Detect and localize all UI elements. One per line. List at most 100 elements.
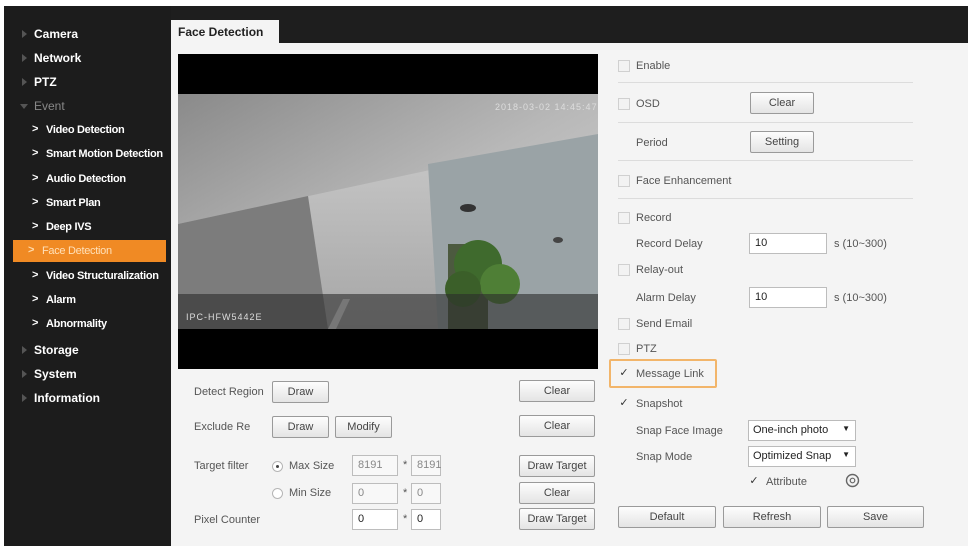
refresh-button[interactable]: Refresh <box>723 506 821 528</box>
min-size-clear-button[interactable]: Clear <box>519 482 595 504</box>
alarm-delay-label: Alarm Delay <box>636 292 696 304</box>
message-link-label: Message Link <box>636 368 704 380</box>
send-email-label: Send Email <box>636 318 693 330</box>
default-button[interactable]: Default <box>618 506 716 528</box>
chevron-right-icon: > <box>32 172 39 184</box>
chevron-right-icon: > <box>32 123 39 135</box>
pixel-counter-width-input[interactable]: 0 <box>352 509 398 530</box>
expand-arrow-icon <box>22 394 27 402</box>
exclude-region-clear-button[interactable]: Clear <box>519 415 595 437</box>
record-delay-input[interactable]: 10 <box>749 233 827 254</box>
min-size-label: Min Size <box>289 487 332 499</box>
snap-mode-value: Optimized Snap <box>753 450 832 462</box>
divider <box>618 160 913 161</box>
min-size-radio[interactable] <box>272 488 283 499</box>
pixel-counter-label: Pixel Counter <box>194 514 261 526</box>
times-label: * <box>403 513 408 525</box>
dropdown-arrow-icon: ▼ <box>842 424 850 433</box>
nav-label: System <box>34 367 77 381</box>
nav-ptz[interactable]: PTZ <box>4 71 171 93</box>
record-label: Record <box>636 212 672 224</box>
period-label: Period <box>636 137 668 149</box>
snap-mode-select[interactable]: Optimized Snap ▼ <box>748 446 856 467</box>
target-filter-label: Target filter <box>194 460 249 472</box>
osd-timestamp: 2018-03-02 14:45:47 <box>495 102 598 112</box>
divider <box>618 82 913 83</box>
ptz-label: PTZ <box>636 343 657 355</box>
alarm-delay-input[interactable]: 10 <box>749 287 827 308</box>
sidebar-item-abnormality[interactable]: > Abnormality <box>4 313 171 335</box>
osd-checkbox[interactable] <box>618 98 630 110</box>
period-setting-button[interactable]: Setting <box>750 131 814 153</box>
detect-region-draw-button[interactable]: Draw <box>272 381 329 403</box>
snap-face-image-value: One-inch photo <box>753 424 829 436</box>
divider <box>618 198 913 199</box>
nav-label: Camera <box>34 27 79 41</box>
sidebar-item-alarm[interactable]: > Alarm <box>4 289 171 311</box>
osd-clear-button[interactable]: Clear <box>750 92 814 114</box>
pixel-counter-draw-target-button[interactable]: Draw Target <box>519 508 595 530</box>
collapse-arrow-icon <box>20 104 28 109</box>
sidebar-item-label: Video Structuralization <box>46 270 159 282</box>
relay-out-checkbox[interactable] <box>618 264 630 276</box>
snapshot-checkbox[interactable]: ✓ <box>618 398 630 410</box>
max-size-radio[interactable] <box>272 461 283 472</box>
min-size-width-input[interactable]: 0 <box>352 483 398 504</box>
sidebar-item-video-structuralization[interactable]: > Video Structuralization <box>4 265 171 287</box>
sidebar-item-deep-ivs[interactable]: > Deep IVS <box>4 216 171 238</box>
attribute-settings-icon[interactable] <box>845 473 860 488</box>
alarm-delay-range: s (10~300) <box>834 292 887 304</box>
expand-arrow-icon <box>22 346 27 354</box>
save-button[interactable]: Save <box>827 506 924 528</box>
detect-region-clear-button[interactable]: Clear <box>519 380 595 402</box>
ptz-checkbox[interactable] <box>618 343 630 355</box>
snapshot-label: Snapshot <box>636 398 683 410</box>
face-enhancement-label: Face Enhancement <box>636 175 732 187</box>
sidebar-item-label: Audio Detection <box>46 173 126 185</box>
send-email-checkbox[interactable] <box>618 318 630 330</box>
min-size-height-input[interactable]: 0 <box>411 483 441 504</box>
osd-label: OSD <box>636 98 660 110</box>
video-scene <box>178 94 598 329</box>
nav-event[interactable]: Event <box>4 95 171 117</box>
sidebar-item-label: Face Detection <box>42 245 112 257</box>
sidebar-item-face-detection[interactable]: > Face Detection <box>13 240 166 262</box>
record-delay-range: s (10~300) <box>834 238 887 250</box>
nav-system[interactable]: System <box>4 363 171 385</box>
attribute-checkbox[interactable]: ✓ <box>748 476 760 488</box>
divider <box>618 122 913 123</box>
exclude-region-draw-button[interactable]: Draw <box>272 416 329 438</box>
chevron-right-icon: > <box>32 220 39 232</box>
nav-label: Storage <box>34 343 79 357</box>
message-link-checkbox[interactable]: ✓ <box>618 368 630 380</box>
tab-bar <box>171 6 968 43</box>
face-enhancement-checkbox[interactable] <box>618 175 630 187</box>
nav-camera[interactable]: Camera <box>4 23 171 45</box>
snap-face-image-select[interactable]: One-inch photo ▼ <box>748 420 856 441</box>
record-checkbox[interactable] <box>618 212 630 224</box>
snap-mode-label: Snap Mode <box>636 451 693 463</box>
enable-checkbox[interactable] <box>618 60 630 72</box>
attribute-label: Attribute <box>766 476 807 488</box>
nav-storage[interactable]: Storage <box>4 339 171 361</box>
exclude-region-modify-button[interactable]: Modify <box>335 416 392 438</box>
nav-label: Information <box>34 391 100 405</box>
max-size-height-input[interactable]: 8191 <box>411 455 441 476</box>
sidebar-item-label: Video Detection <box>46 124 125 136</box>
tab-face-detection[interactable]: Face Detection <box>171 20 279 43</box>
sidebar-item-video-detection[interactable]: > Video Detection <box>4 119 171 141</box>
nav-network[interactable]: Network <box>4 47 171 69</box>
pixel-counter-height-input[interactable]: 0 <box>411 509 441 530</box>
nav-information[interactable]: Information <box>4 387 171 409</box>
dropdown-arrow-icon: ▼ <box>842 450 850 459</box>
sidebar-item-label: Abnormality <box>46 318 107 330</box>
osd-channel-name: IPC-HFW5442E <box>186 312 263 322</box>
sidebar-item-audio-detection[interactable]: > Audio Detection <box>4 168 171 190</box>
sidebar-item-smart-plan[interactable]: > Smart Plan <box>4 192 171 214</box>
chevron-right-icon: > <box>32 317 39 329</box>
sidebar-item-smart-motion-detection[interactable]: > Smart Motion Detection <box>4 143 171 165</box>
max-size-draw-target-button[interactable]: Draw Target <box>519 455 595 477</box>
nav-label: Event <box>34 99 65 113</box>
max-size-width-input[interactable]: 8191 <box>352 455 398 476</box>
chevron-right-icon: > <box>32 269 39 281</box>
